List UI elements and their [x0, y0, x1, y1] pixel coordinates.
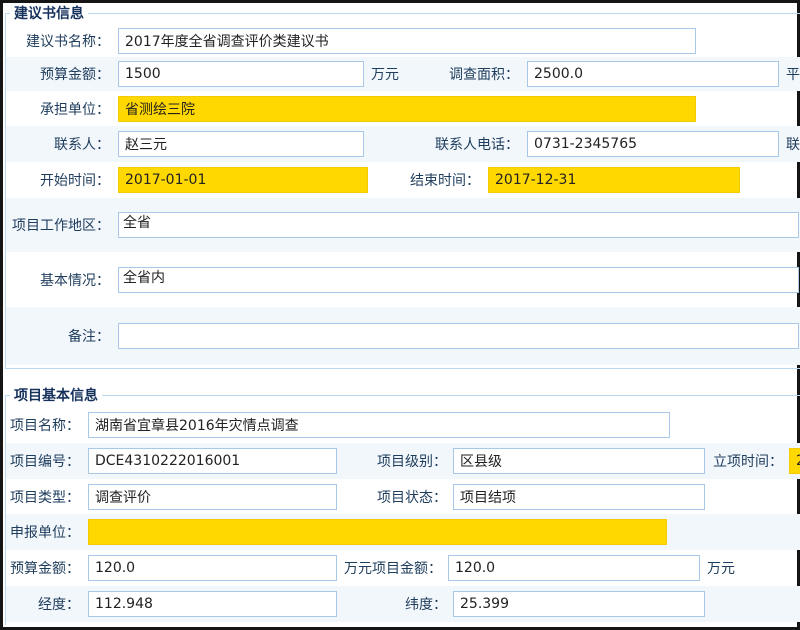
longitude-label: 经度： [6, 594, 80, 614]
proposal-info-section: 建议书信息 建议书名称： 预算金额： 万元 调查面积： 平方千米 承担单位： 联… [5, 3, 800, 369]
project-code-label: 项目编号： [6, 451, 80, 471]
basic-info-label: 基本情况： [6, 270, 110, 290]
proposal-name-input[interactable] [118, 28, 696, 54]
proposal-name-label: 建议书名称： [6, 31, 110, 51]
project-code-input[interactable] [88, 448, 337, 474]
undertaker-row: 承担单位： [6, 91, 800, 126]
declare-unit-row: 申报单位： [6, 514, 800, 550]
declare-unit-input[interactable] [88, 519, 667, 545]
project-level-input[interactable] [453, 448, 705, 474]
project-type-row: 项目类型： 项目状态： [6, 479, 800, 514]
contact-label: 联系人： [6, 134, 110, 154]
work-area-label: 项目工作地区： [6, 215, 110, 235]
start-date-label: 开始时间： [6, 170, 110, 190]
project-amount-unit: 万元 [707, 558, 735, 578]
proposal-name-row: 建议书名称： [6, 25, 800, 57]
project-budget-label: 预算金额： [6, 558, 80, 578]
contact-mobile-label: 联系人手机 [786, 134, 800, 154]
contact-phone-input[interactable] [527, 131, 779, 157]
proposal-budget-unit: 万元 [371, 64, 407, 84]
contact-row: 联系人： 联系人电话： 联系人手机 [6, 126, 800, 162]
remark-textarea[interactable] [118, 323, 799, 349]
basic-info-textarea[interactable]: 全省内 [118, 267, 799, 293]
project-name-input[interactable] [88, 412, 670, 438]
declare-unit-label: 申报单位： [6, 522, 80, 542]
survey-area-unit: 平方千米 [786, 64, 800, 84]
project-budget-unit: 万元 [344, 558, 372, 578]
proposal-budget-row: 预算金额： 万元 调查面积： 平方千米 [6, 57, 800, 91]
project-type-label: 项目类型： [6, 487, 80, 507]
undertaker-label: 承担单位： [6, 99, 110, 119]
project-status-label: 项目状态： [337, 487, 447, 507]
survey-area-input[interactable] [527, 61, 779, 87]
approval-time-label: 立项时间： [705, 451, 783, 471]
undertaker-input[interactable] [118, 96, 696, 122]
project-status-input[interactable] [453, 484, 705, 510]
project-name-row: 项目名称： [6, 407, 800, 443]
project-section-title: 项目基本信息 [10, 385, 102, 405]
proposal-budget-input[interactable] [118, 61, 364, 87]
contact-input[interactable] [118, 131, 364, 157]
project-info-section: 项目基本信息 项目名称： 项目编号： 项目级别： 立项时间： 项目类型： 项目状… [5, 385, 800, 625]
proposal-section-title: 建议书信息 [10, 3, 88, 23]
remark-label: 备注： [6, 326, 110, 346]
project-level-label: 项目级别： [337, 451, 447, 471]
end-date-input[interactable] [488, 167, 740, 193]
project-amount-input[interactable] [448, 555, 700, 581]
latitude-label: 纬度： [337, 594, 447, 614]
dates-row: 开始时间： 结束时间： [6, 162, 800, 198]
project-type-input[interactable] [88, 484, 337, 510]
remark-row: 备注： [6, 307, 800, 365]
project-amount-label: 项目金额： [372, 558, 442, 578]
project-money-row: 预算金额： 万元 项目金额： 万元 [6, 550, 800, 586]
longitude-input[interactable] [88, 591, 337, 617]
start-date-input[interactable] [118, 167, 368, 193]
approval-time-input[interactable] [789, 448, 800, 474]
project-budget-input[interactable] [88, 555, 337, 581]
form-page: { "colors": { "highlight_yellow": "#FFD8… [0, 0, 800, 630]
coordinates-row: 经度： 纬度： [6, 586, 800, 622]
latitude-input[interactable] [453, 591, 705, 617]
end-date-label: 结束时间： [368, 170, 480, 190]
work-area-textarea[interactable]: 全省 [118, 212, 799, 238]
project-name-label: 项目名称： [6, 415, 80, 435]
project-code-row: 项目编号： 项目级别： 立项时间： [6, 443, 800, 479]
survey-area-label: 调查面积： [407, 64, 519, 84]
basic-info-row: 基本情况： 全省内 [6, 252, 800, 307]
contact-phone-label: 联系人电话： [407, 134, 519, 154]
proposal-budget-label: 预算金额： [6, 64, 110, 84]
work-area-row: 项目工作地区： 全省 [6, 198, 800, 252]
